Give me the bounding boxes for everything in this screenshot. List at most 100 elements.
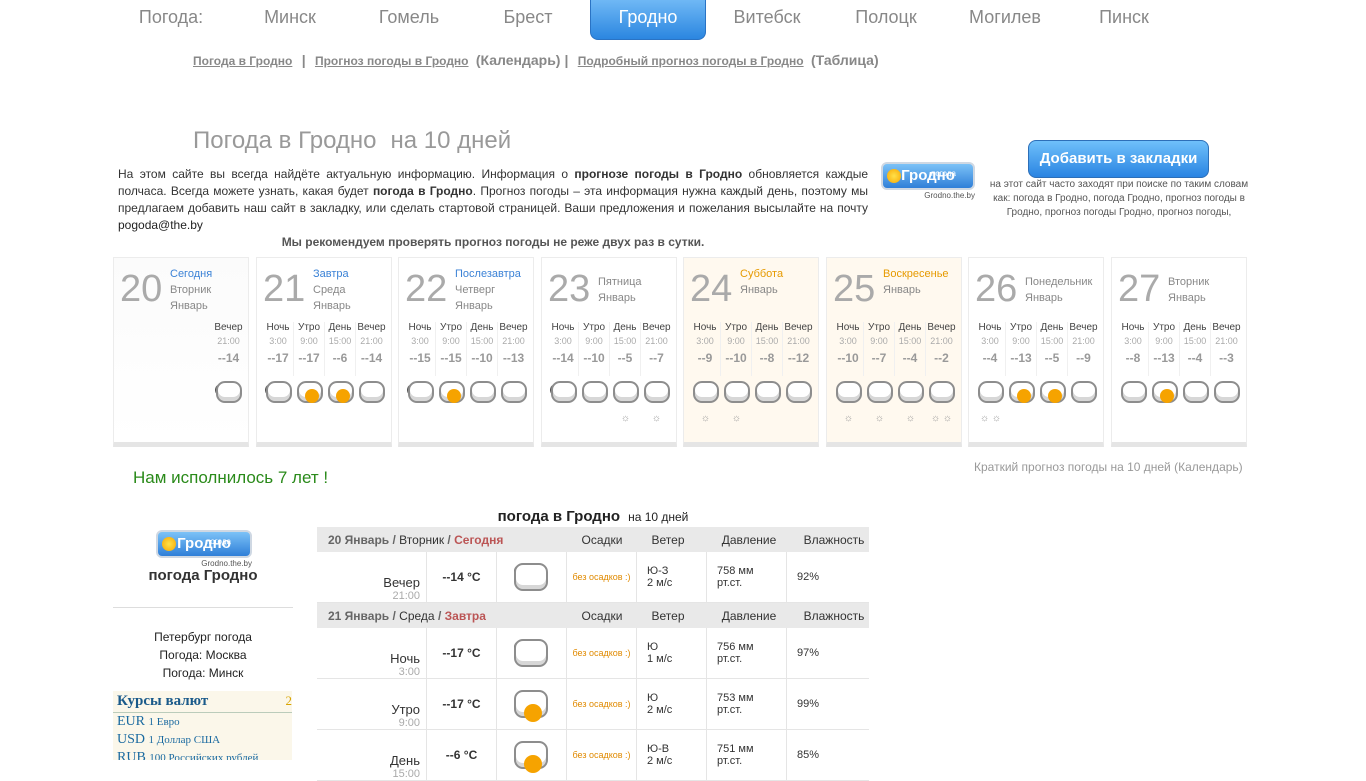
nav-city-gomel[interactable]: Гомель bbox=[351, 0, 467, 40]
period-columns: Ночь 3:00 --15 Утро 9:00 --15 День 15:00 --10 Веч… bbox=[403, 322, 529, 376]
day-card[interactable]: 22 Послезавтра Четверг Январь Ночь 3:00 --15 Ут… bbox=[398, 257, 534, 447]
period-name: День bbox=[755, 322, 779, 333]
column-header: Ветер bbox=[651, 532, 685, 547]
add-bookmark-button[interactable]: Добавить в закладки bbox=[1028, 140, 1209, 178]
link-weather-grodno[interactable]: Погода в Гродно bbox=[193, 54, 292, 68]
period-name: Вечер bbox=[499, 322, 528, 333]
sub-links: Погода в Гродно | Прогноз погоды в Гродн… bbox=[193, 52, 1093, 68]
pressure-cell: 758 мм рт.ст. bbox=[707, 552, 787, 602]
period-column: Вечер 21:00 --13 bbox=[498, 322, 529, 376]
page-title-suffix: на 10 дней bbox=[390, 127, 512, 154]
day-card[interactable]: 24 Суббота Январь Ночь 3:00 --9 Утро 9:00 --10 Де… bbox=[683, 257, 819, 447]
day-number: 27 bbox=[1118, 268, 1161, 310]
weather-icon-cell bbox=[497, 552, 567, 602]
day-card[interactable]: 25 Воскресенье Январь Ночь 3:00 --10 Утро 9:00 -… bbox=[826, 257, 962, 447]
nav-city-polotsk[interactable]: Полоцк bbox=[828, 0, 944, 40]
period-time: 21:00 bbox=[1072, 336, 1095, 346]
link-minsk[interactable]: Погода: Минск bbox=[113, 664, 293, 682]
wind-group: Ю-З 2 м/с bbox=[647, 565, 672, 589]
period-temp: --13 bbox=[1153, 351, 1175, 365]
wind-direction: Ю bbox=[647, 641, 659, 653]
period-temp: --5 bbox=[1044, 351, 1060, 365]
period-time: 3:00 bbox=[696, 336, 714, 346]
cloud-shape bbox=[929, 381, 955, 403]
separator: | bbox=[301, 52, 306, 68]
snowflake-icon bbox=[1068, 413, 1099, 424]
nav-city-vitebsk[interactable]: Витебск bbox=[709, 0, 825, 40]
site-logo[interactable]: погода Гродно Grodno.the.by bbox=[881, 162, 975, 200]
period-icons bbox=[403, 378, 529, 406]
rate-row: EUR 1 Евро bbox=[113, 713, 292, 731]
nav-city-pinsk[interactable]: Пинск bbox=[1066, 0, 1182, 40]
pressure-group: 756 мм рт.ст. bbox=[717, 641, 754, 665]
sun-shape bbox=[523, 704, 542, 722]
currency-rates: Курсы валют 2 EUR 1 Евро USD 1 Доллар США… bbox=[113, 691, 292, 760]
cloud-shape bbox=[755, 381, 781, 403]
day-card[interactable]: 23 Пятница Январь Ночь 3:00 --14 Утро 9:00 --10 Д… bbox=[541, 257, 677, 447]
day-card[interactable]: 27 Вторник Январь Ночь 3:00 --8 Утро 9:00 --13 Де… bbox=[1111, 257, 1247, 447]
link-petersburg[interactable]: Петербург погода bbox=[113, 628, 293, 646]
nav-city-brest[interactable]: Брест bbox=[470, 0, 586, 40]
day-card[interactable]: 21 Завтра Среда Январь Ночь 3:00 --17 Утро 9:00 -… bbox=[256, 257, 392, 447]
link-forecast-calendar[interactable]: Прогноз погоды в Гродно bbox=[315, 54, 469, 68]
date-text: 20 Январь / bbox=[328, 532, 396, 547]
table-row: Утро 9:00 --17 °C без осадков :) Ю 2 м/с 753 м… bbox=[317, 679, 869, 730]
period-name: Ночь bbox=[693, 322, 717, 333]
recommend-note: Мы рекомендуем проверять прогноз погоды … bbox=[281, 235, 705, 249]
email-link[interactable]: pogoda@the.by bbox=[118, 218, 203, 232]
table-date-header: 20 Январь / Вторник / Сегодня Осадки Ветер… bbox=[317, 527, 869, 552]
logo-small-text: погода bbox=[206, 537, 231, 546]
period-temp: --4 bbox=[982, 351, 998, 365]
link-forecast-table[interactable]: Подробный прогноз погоды в Гродно bbox=[578, 54, 804, 68]
anniversary-note: Нам исполнилось 7 лет ! bbox=[133, 468, 329, 487]
day-card[interactable]: 20 Сегодня Вторник Январь Вечер 21:00 --14 bbox=[113, 257, 249, 447]
period-time: 15:00 bbox=[328, 336, 352, 346]
nav-city-minsk[interactable]: Минск bbox=[232, 0, 348, 40]
period-columns: Ночь 3:00 --4 Утро 9:00 --13 День 15:00 --5 Вечер… bbox=[973, 322, 1099, 376]
weather-icon-cell bbox=[497, 730, 567, 780]
snowflake-icon bbox=[752, 413, 783, 424]
period-column: День 15:00 --4 bbox=[895, 322, 926, 376]
day-weekday: Среда bbox=[313, 284, 346, 296]
temperature: --14 °C bbox=[427, 552, 497, 602]
short-forecast-link[interactable]: Краткий прогноз погоды на 10 дней (Кален… bbox=[974, 460, 1243, 474]
period-time: 21:00 bbox=[502, 336, 525, 346]
snowflake-icon: ☼ bbox=[843, 413, 854, 424]
intro-bold: погода в Гродно bbox=[372, 184, 473, 198]
cloud-shape bbox=[551, 381, 577, 403]
wind-cell: Ю2 м/с bbox=[637, 679, 707, 729]
cloud-icon bbox=[1211, 378, 1242, 406]
left-links: Петербург погода Погода: Москва Погода: … bbox=[113, 628, 293, 682]
nav-city-mogilev[interactable]: Могилев bbox=[947, 0, 1063, 40]
separator: | bbox=[564, 52, 569, 68]
day-name: Вторник Январь bbox=[1168, 274, 1209, 306]
day-number: 21 bbox=[263, 268, 306, 310]
wind-speed: 2 м/с bbox=[647, 577, 673, 589]
day-number: 23 bbox=[548, 268, 591, 310]
period-columns: Ночь 3:00 --14 Утро 9:00 --10 День 15:00 --5 Вече… bbox=[546, 322, 672, 376]
day-weekday: Пятница bbox=[598, 276, 642, 288]
left-title: погода Гродно bbox=[148, 567, 258, 584]
rates-header: Курсы валют 2 bbox=[113, 691, 292, 713]
period-cell: Ночь 3:00 bbox=[317, 628, 427, 678]
link-moscow[interactable]: Погода: Москва bbox=[113, 646, 293, 664]
cloud-shape bbox=[266, 381, 292, 403]
pressure-value: 751 мм bbox=[717, 743, 754, 755]
day-card[interactable]: 26 Понедельник Январь Ночь 3:00 --4 Утро 9:00 --… bbox=[968, 257, 1104, 447]
period-name: Вечер bbox=[642, 322, 671, 333]
snowflake-icon bbox=[783, 413, 814, 424]
period-column: Вечер 21:00 --14 bbox=[213, 322, 244, 376]
period-column: Ночь 3:00 --4 bbox=[975, 322, 1006, 376]
left-logo[interactable]: погода Гродно Grodno.the.by bbox=[156, 530, 252, 568]
cloud-icon bbox=[783, 378, 814, 406]
period-columns: Ночь 3:00 --8 Утро 9:00 --13 День 15:00 --4 Вечер… bbox=[1116, 322, 1242, 376]
snow-row: ☼ ☼ ☼ ☼ ☼ bbox=[831, 413, 957, 424]
period-name: Утро bbox=[1009, 322, 1033, 333]
nav-city-grodno-active[interactable]: Гродно bbox=[590, 0, 706, 40]
period-temp: --7 bbox=[649, 351, 664, 365]
period-time: 3:00 bbox=[1124, 336, 1142, 346]
cloud-shape bbox=[978, 381, 1004, 403]
logo-badge: погода Гродно bbox=[881, 162, 975, 190]
period-name: Утро bbox=[1152, 322, 1176, 333]
logo-badge: погода Гродно bbox=[156, 530, 252, 558]
